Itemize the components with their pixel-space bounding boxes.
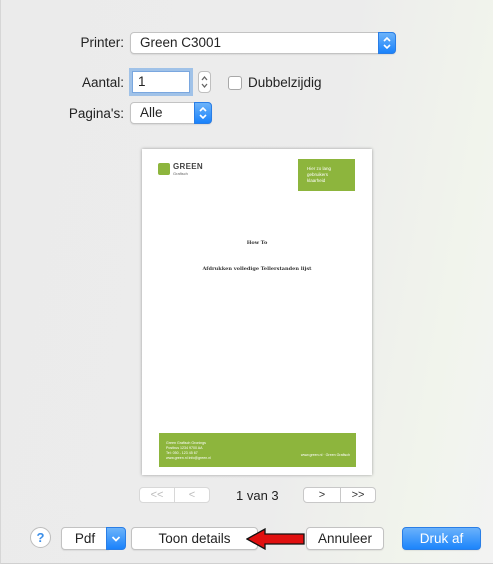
preview-footer: Green Grafisch Gronings Postbus 1234 970…: [159, 433, 356, 467]
show-details-button[interactable]: Toon details: [131, 527, 258, 550]
pages-value: Alle: [140, 105, 163, 120]
pages-label: Pagina's:: [68, 106, 124, 121]
printer-popup[interactable]: Green C3001: [130, 32, 396, 54]
duplex-label: Dubbelzijdig: [248, 75, 322, 90]
red-arrow-icon: [245, 527, 306, 553]
doc-subtitle: Afdrukken volledige Tellerstanden lijst: [202, 266, 312, 272]
copies-label: Aantal:: [81, 75, 124, 90]
popup-arrows-icon: [378, 32, 396, 54]
doc-title: How To: [246, 240, 268, 246]
logo-text: GREEN: [173, 162, 203, 171]
cancel-button[interactable]: Annuleer: [306, 527, 384, 550]
last-page-button[interactable]: >>: [340, 487, 376, 503]
chevron-down-icon: [111, 536, 121, 542]
green-logo-icon: [158, 163, 170, 175]
footer-line: www.green.nl info@green.nl: [166, 456, 212, 460]
duplex-checkbox[interactable]: [228, 76, 242, 90]
pdf-button[interactable]: Pdf: [61, 527, 109, 550]
prev-page-button[interactable]: <: [174, 487, 210, 503]
page-preview: GREEN Grafisch Hier zo lang gebruikers k…: [142, 149, 372, 475]
next-page-button[interactable]: >: [303, 487, 341, 503]
pdf-menu-button[interactable]: [106, 527, 126, 550]
help-button[interactable]: ?: [30, 527, 51, 548]
popup-arrows-icon: [194, 102, 212, 124]
tag-line: klaarheid: [307, 178, 326, 183]
pages-popup[interactable]: Alle: [130, 102, 212, 124]
page-counter: 1 van 3: [236, 488, 279, 503]
first-page-button[interactable]: <<: [139, 487, 175, 503]
printer-label: Printer:: [80, 35, 124, 50]
stepper-arrows-icon: [201, 75, 208, 89]
print-button[interactable]: Druk af: [402, 527, 481, 550]
copies-input[interactable]: 1: [132, 71, 190, 93]
copies-stepper[interactable]: [198, 71, 211, 93]
logo-subtext: Grafisch: [173, 171, 188, 176]
printer-value: Green C3001: [140, 35, 222, 50]
footer-right: www.green.nl · Green Grafisch: [300, 453, 350, 457]
preview-tag: Hier zo lang gebruikers klaarheid: [298, 159, 355, 191]
